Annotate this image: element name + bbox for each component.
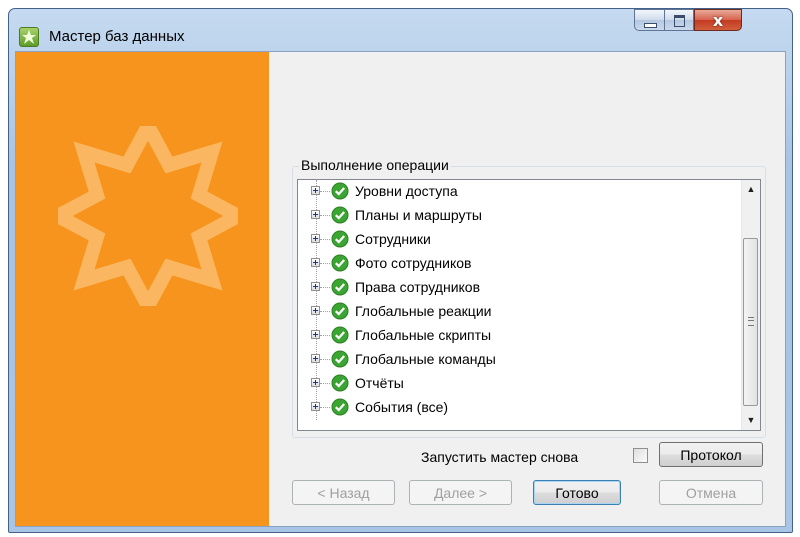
expand-icon[interactable] [311,402,320,411]
tree-item[interactable]: Отчёты [298,372,741,396]
operations-tree[interactable]: Уровни доступа Планы и маршруты Сотрудни… [297,179,761,431]
scroll-down-arrow-icon[interactable]: ▼ [742,412,760,429]
tree-item-label: Глобальные скрипты [355,327,492,343]
group-label: Выполнение операции [299,157,451,173]
green-check-circle-icon [331,254,349,272]
finish-button[interactable]: Готово [533,480,621,505]
side-banner [16,52,269,526]
tree-item-label: Фото сотрудников [355,255,472,271]
scroll-up-arrow-icon[interactable]: ▲ [742,181,760,198]
cancel-button[interactable]: Отмена [659,480,763,505]
expand-icon[interactable] [311,186,320,195]
green-check-circle-icon [331,398,349,416]
expand-icon[interactable] [311,282,320,291]
back-button[interactable]: < Назад [292,480,395,505]
wizard-window: Мастер баз данных x Выполнение операции … [8,8,793,533]
tree-item-label: Глобальные команды [355,351,496,367]
close-icon: x [712,11,724,30]
tree-item[interactable]: Планы и маршруты [298,204,741,228]
tree-item-label: Отчёты [355,375,404,391]
vertical-scrollbar[interactable]: ▲ ▼ [741,180,760,430]
window-title: Мастер баз данных [49,28,185,45]
tree-item[interactable]: Глобальные команды [298,348,741,372]
tree-item-label: Права сотрудников [355,279,481,295]
green-check-circle-icon [331,374,349,392]
expand-icon[interactable] [311,354,320,363]
tree-item[interactable]: Глобальные реакции [298,300,741,324]
maximize-button[interactable] [664,9,694,31]
wizard-app-icon [19,27,39,47]
expand-icon[interactable] [311,378,320,387]
green-check-circle-icon [331,278,349,296]
minimize-icon [644,23,657,28]
dialog-client-area: Выполнение операции Уровни доступа Планы… [15,51,786,527]
star-watermark-icon [58,126,238,306]
tree-item-label: Уровни доступа [355,183,458,199]
tree-item[interactable]: Уровни доступа [298,180,741,204]
tree-item[interactable]: Сотрудники [298,228,741,252]
next-button[interactable]: Далее > [409,480,512,505]
maximize-icon [674,15,685,27]
expand-icon[interactable] [311,210,320,219]
expand-icon[interactable] [311,258,320,267]
expand-icon[interactable] [311,234,320,243]
tree-item[interactable]: События (все) [298,396,741,420]
tree-item-label: Сотрудники [355,231,431,247]
tree-item-label: Глобальные реакции [355,303,492,319]
minimize-button[interactable] [634,9,664,31]
tree-item-label: События (все) [355,399,449,415]
green-check-circle-icon [331,230,349,248]
close-button[interactable]: x [694,9,742,31]
log-button[interactable]: Протокол [659,442,763,467]
grip-icon [748,317,754,326]
green-check-circle-icon [331,182,349,200]
tree-item-label: Планы и маршруты [355,207,482,223]
tree-item[interactable]: Права сотрудников [298,276,741,300]
rerun-wizard-checkbox[interactable] [633,448,648,463]
green-check-circle-icon [331,302,349,320]
tree-item[interactable]: Фото сотрудников [298,252,741,276]
rerun-wizard-label: Запустить мастер снова [421,449,579,465]
green-check-circle-icon [331,326,349,344]
tree-list: Уровни доступа Планы и маршруты Сотрудни… [298,180,741,420]
tree-item[interactable]: Глобальные скрипты [298,324,741,348]
title-bar[interactable]: Мастер баз данных x [9,9,792,51]
expand-icon[interactable] [311,330,320,339]
green-check-circle-icon [331,350,349,368]
scrollbar-thumb[interactable] [743,238,758,406]
green-check-circle-icon [331,206,349,224]
expand-icon[interactable] [311,306,320,315]
